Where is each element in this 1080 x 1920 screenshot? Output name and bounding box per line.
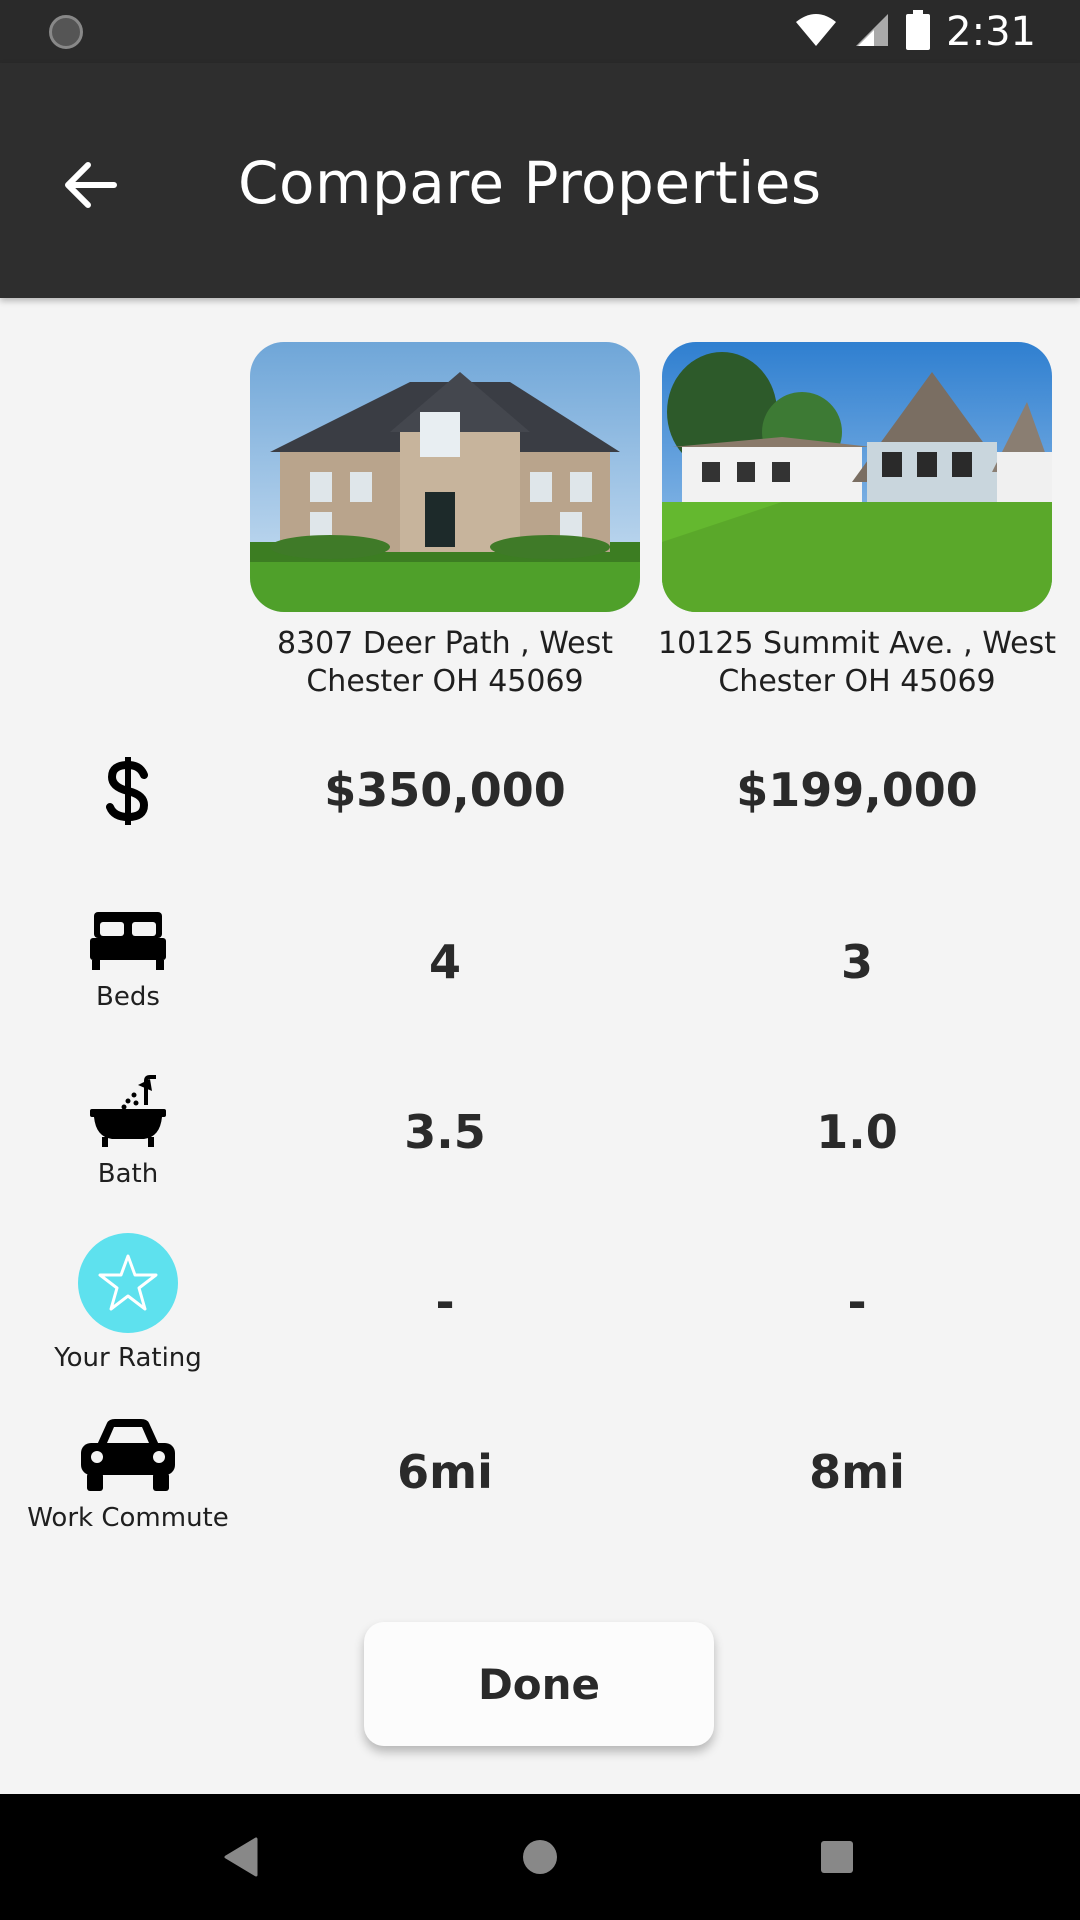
bath-value-2: 1.0 [816, 1105, 898, 1159]
dollar-icon [106, 757, 149, 825]
nav-home-icon [523, 1840, 557, 1874]
arrow-back-icon [65, 162, 117, 208]
commute-row-label: Work Commute [0, 1415, 256, 1533]
commute-value-1: 6mi [397, 1445, 493, 1499]
property-image-2[interactable] [662, 342, 1052, 612]
nav-recents-button[interactable] [804, 1824, 870, 1890]
sync-icon [49, 15, 83, 49]
bath-row-label: Bath [0, 1075, 256, 1189]
property-image-1[interactable] [250, 342, 640, 612]
nav-home-button[interactable] [507, 1824, 573, 1890]
bath-label: Bath [97, 1159, 159, 1189]
bathtub-icon [90, 1075, 166, 1147]
property-address-1: 8307 Deer Path , West Chester OH 45069 [276, 626, 614, 699]
rating-button[interactable] [78, 1233, 178, 1333]
app-bar: Compare Properties [0, 63, 1080, 298]
rating-value-1: - [435, 1275, 455, 1329]
signal-icon [854, 12, 890, 52]
back-button[interactable] [50, 145, 130, 225]
status-bar: 2:31 [0, 0, 1080, 63]
rating-label: Your Rating [54, 1343, 202, 1373]
property-address-2: 10125 Summit Ave. , West Chester OH 4506… [658, 626, 1056, 699]
commute-label: Work Commute [27, 1503, 229, 1533]
done-button[interactable]: Done [364, 1622, 714, 1746]
commute-value-2: 8mi [809, 1445, 905, 1499]
battery-icon [906, 10, 931, 54]
status-icons: 2:31 [794, 8, 1036, 56]
system-nav-bar [0, 1794, 1080, 1920]
price-value-2: $199,000 [736, 763, 978, 817]
rating-row-label: Your Rating [0, 1233, 256, 1373]
beds-value-2: 3 [840, 935, 873, 989]
star-icon [98, 1254, 158, 1311]
rating-value-2: - [847, 1275, 867, 1329]
beds-label: Beds [96, 982, 160, 1012]
nav-back-button[interactable] [209, 1824, 275, 1890]
bed-icon [90, 912, 166, 970]
beds-row-label: Beds [0, 910, 256, 1012]
price-row-label [0, 755, 256, 827]
page-title: Compare Properties [238, 149, 822, 217]
status-time: 2:31 [946, 9, 1036, 55]
bath-value-1: 3.5 [404, 1105, 486, 1159]
nav-recents-icon [821, 1841, 853, 1873]
nav-back-icon [224, 1837, 258, 1877]
beds-value-1: 4 [428, 935, 461, 989]
wifi-icon [794, 12, 838, 52]
car-icon [81, 1419, 175, 1491]
price-value-1: $350,000 [324, 763, 566, 817]
